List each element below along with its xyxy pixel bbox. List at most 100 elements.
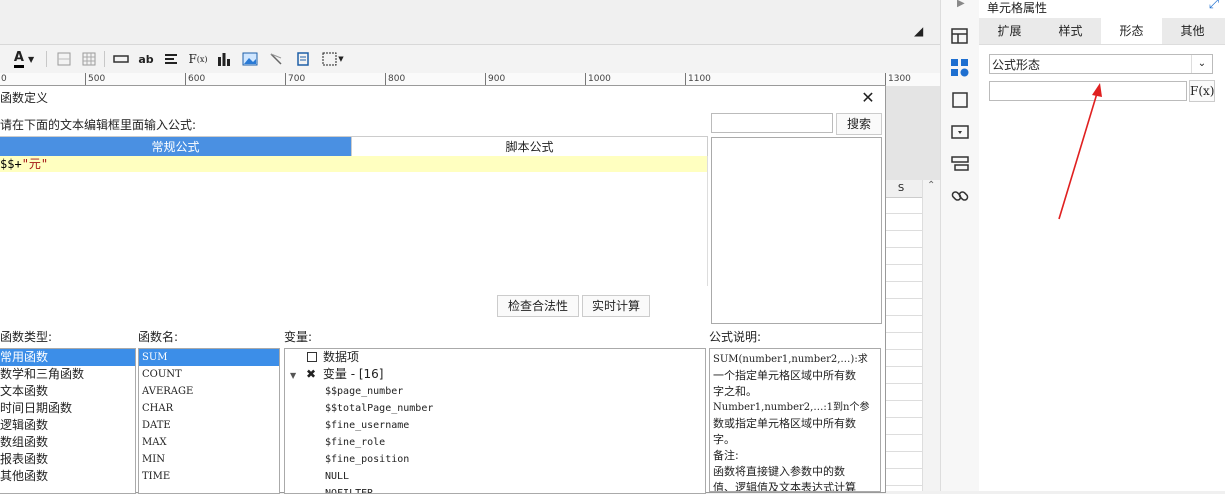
ruler-label: 700 [285, 73, 305, 85]
list-item[interactable]: $fine_username [285, 417, 705, 434]
search-results[interactable] [711, 137, 882, 324]
tab-form[interactable]: 形态 [1101, 18, 1162, 44]
list-item[interactable]: 报表函数 [0, 451, 135, 468]
desc-line: 字之和。 [713, 385, 757, 398]
variable-tree[interactable]: 数据项 ▼ ✖ 变量 - [16] $$page_number $$totalP… [284, 348, 706, 494]
variable-group-icon: ✖ [305, 367, 317, 381]
list-item[interactable]: $fine_role [285, 434, 705, 451]
list-item[interactable]: $$totalPage_number [285, 400, 705, 417]
list-item[interactable]: CHAR [139, 400, 279, 417]
border-style-button[interactable]: ▼ [320, 49, 346, 69]
ruler-label: 900 [485, 73, 505, 85]
tree-node-label: 变量 - [16] [322, 367, 384, 381]
side-icon-strip: ▶ [940, 0, 980, 491]
form-type-select[interactable]: 公式形态 ⌄ [989, 54, 1213, 74]
link-icon[interactable] [950, 186, 970, 206]
align-icon[interactable] [162, 49, 180, 69]
widget-settings-icon[interactable] [950, 58, 970, 78]
ruler-label: 800 [385, 73, 405, 85]
list-item[interactable]: 其他函数 [0, 468, 135, 485]
panel-tabs: 扩展 样式 形态 其他 [979, 18, 1225, 45]
chevron-down-icon[interactable]: ▼ [290, 371, 296, 380]
list-item[interactable]: $$page_number [285, 383, 705, 400]
ruler-label: 600 [185, 73, 205, 85]
list-item[interactable]: 文本函数 [0, 383, 135, 400]
chevron-down-icon: ▼ [338, 55, 344, 63]
font-color-button[interactable]: A ▼ [8, 49, 40, 69]
list-item[interactable]: NULL [285, 468, 705, 485]
tab-other[interactable]: 其他 [1162, 18, 1223, 44]
tab-style[interactable]: 样式 [1040, 18, 1101, 44]
list-widget-icon[interactable] [950, 154, 970, 174]
desc-label: 公式说明: [709, 330, 762, 344]
border-icon[interactable] [55, 49, 73, 69]
table-icon [307, 352, 317, 362]
list-item[interactable]: 数组函数 [0, 434, 135, 451]
close-icon[interactable]: ✕ [859, 88, 877, 108]
check-validity-button[interactable]: 检查合法性 [497, 295, 579, 317]
func-type-list[interactable]: 常用函数 数学和三角函数 文本函数 时间日期函数 逻辑函数 数组函数 报表函数 … [0, 348, 136, 494]
bar-chart-icon[interactable] [215, 49, 233, 69]
formula-editor[interactable]: $$+"元" [0, 156, 708, 286]
list-item[interactable]: $fine_position [285, 451, 705, 468]
formula-line[interactable]: $$+"元" [0, 156, 707, 172]
chevron-up-icon[interactable]: ⌃ [927, 180, 935, 191]
function-dialog: 函数定义 ✕ 请在下面的文本编辑框里面输入公式: 常规公式 脚本公式 $$+"元… [0, 85, 886, 494]
slash-icon[interactable] [267, 49, 285, 69]
search-button[interactable]: 搜索 [836, 113, 882, 135]
ruler-label: 1300 [885, 73, 911, 85]
formula-prompt: 请在下面的文本编辑框里面输入公式: [0, 118, 197, 132]
tree-node-data-items[interactable]: 数据项 [285, 349, 705, 366]
frame-icon[interactable] [950, 90, 970, 110]
func-name-list[interactable]: SUM COUNT AVERAGE CHAR DATE MAX MIN TIME [138, 348, 280, 494]
dropdown-widget-icon[interactable] [950, 122, 970, 142]
list-item[interactable]: SUM [139, 349, 279, 366]
ruler-label: 1100 [685, 73, 711, 85]
toolbar: A ▼ ab F (x) ▼ [0, 45, 940, 74]
dialog-title: 函数定义 [0, 91, 49, 105]
realtime-calc-button[interactable]: 实时计算 [582, 295, 650, 317]
tree-node-label: 数据项 [323, 350, 360, 364]
desc-line: SUM(number1,number2,…):求 [713, 354, 868, 365]
tab-regular-formula[interactable]: 常规公式 [0, 137, 351, 157]
list-item[interactable]: 逻辑函数 [0, 417, 135, 434]
formula-string: "元" [21, 157, 49, 171]
list-item[interactable]: 数学和三角函数 [0, 366, 135, 383]
text-field-icon[interactable] [112, 49, 130, 69]
sheet-grid[interactable] [880, 180, 923, 491]
list-item[interactable]: AVERAGE [139, 383, 279, 400]
desc-line: 字。 [713, 433, 735, 446]
list-item[interactable]: 常用函数 [0, 349, 135, 366]
list-item[interactable]: MAX [139, 434, 279, 451]
formula-tabs: 常规公式 脚本公式 [0, 136, 708, 158]
text-icon[interactable]: ab [137, 49, 155, 69]
top-bar: ◢ [0, 0, 940, 45]
expand-icon[interactable]: ⤢ [1209, 0, 1219, 12]
list-item[interactable]: 时间日期函数 [0, 400, 135, 417]
list-item[interactable]: NOFILTER [285, 485, 705, 493]
tab-script-formula[interactable]: 脚本公式 [351, 137, 707, 157]
desc-line: 数或指定单元格区域中所有数 [713, 417, 856, 430]
image-icon[interactable] [241, 49, 259, 69]
tree-node-variables[interactable]: ▼ ✖ 变量 - [16] [285, 366, 705, 383]
formula-button[interactable]: F(x) [1189, 80, 1215, 102]
formula-icon[interactable]: F (x) [188, 49, 208, 69]
search-input[interactable] [711, 113, 833, 133]
vertical-scrollbar[interactable]: ⌃ [922, 180, 941, 491]
list-item[interactable]: MIN [139, 451, 279, 468]
tab-expand[interactable]: 扩展 [979, 18, 1040, 44]
formula-description: SUM(number1,number2,…):求 一个指定单元格区域中所有数 字… [709, 348, 881, 492]
panel-title: 单元格属性 [987, 1, 1048, 15]
format-painter-icon[interactable]: ◢ [914, 24, 923, 38]
collapse-icon[interactable]: ▶ [957, 0, 965, 9]
column-header[interactable]: S [880, 180, 922, 198]
form-icon[interactable] [294, 49, 312, 69]
grid-icon[interactable] [80, 49, 98, 69]
list-item[interactable]: COUNT [139, 366, 279, 383]
func-type-label: 函数类型: [0, 330, 53, 344]
ruler-label: 500 [85, 73, 105, 85]
list-item[interactable]: TIME [139, 468, 279, 485]
cell-expand-icon[interactable] [950, 26, 970, 46]
chevron-down-icon[interactable]: ⌄ [1191, 55, 1212, 73]
list-item[interactable]: DATE [139, 417, 279, 434]
